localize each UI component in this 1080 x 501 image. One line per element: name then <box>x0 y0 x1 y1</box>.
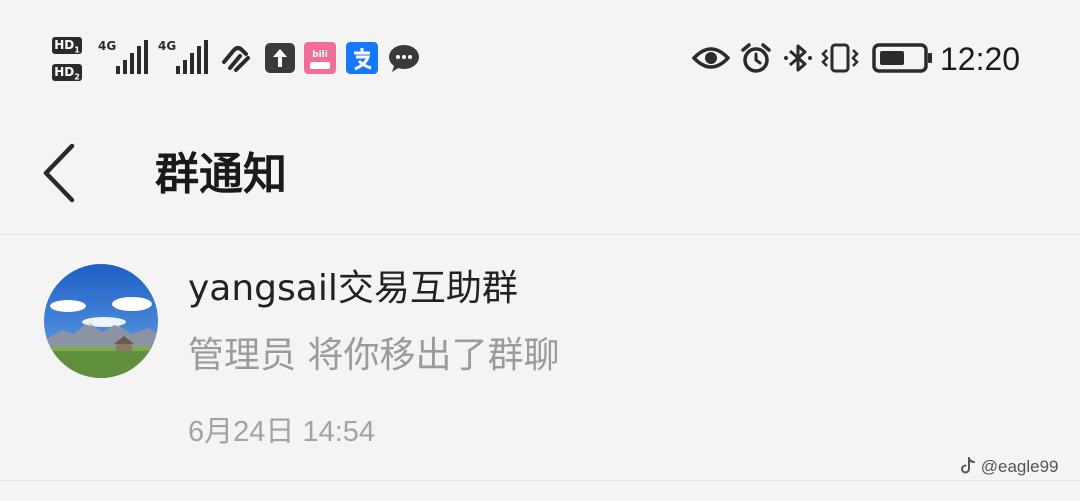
status-bar: HD1 HD2 4G 4G bili 12:20 <box>0 0 1080 120</box>
group-avatar[interactable] <box>44 264 158 378</box>
hd-sim-1-icon: HD1 <box>52 37 82 54</box>
chevron-left-icon <box>43 143 75 203</box>
data-saver-icon <box>222 46 250 72</box>
item-divider <box>0 480 1080 481</box>
back-button[interactable] <box>30 138 90 208</box>
notification-timestamp: 6月24日 14:54 <box>188 416 376 448</box>
group-notification-item[interactable]: yangsail交易互助群 管理员 将你移出了群聊 6月24日 14:54 <box>0 235 1080 480</box>
bilibili-icon: bili <box>304 42 336 74</box>
hd-sim-2-icon: HD2 <box>52 64 82 81</box>
battery-icon <box>872 43 932 73</box>
alipay-icon <box>346 42 378 74</box>
watermark-text: @eagle99 <box>980 457 1059 476</box>
tiktok-icon <box>961 457 975 474</box>
group-name: yangsail交易互助群 <box>188 268 518 309</box>
bluetooth-icon <box>784 44 812 72</box>
upload-icon <box>265 43 295 73</box>
landscape-avatar-image <box>44 264 158 378</box>
chat-icon <box>389 45 419 72</box>
alarm-icon <box>741 43 771 73</box>
vibrate-icon <box>821 43 859 73</box>
eye-comfort-icon <box>692 47 730 69</box>
notification-message: 管理员 将你移出了群聊 <box>188 335 560 376</box>
page-title: 群通知 <box>155 149 287 200</box>
status-time: 12:20 <box>940 41 1021 77</box>
app-header: 群通知 <box>0 120 1080 234</box>
watermark: @eagle99 <box>960 456 1059 478</box>
svg-text:bili: bili <box>312 50 328 60</box>
